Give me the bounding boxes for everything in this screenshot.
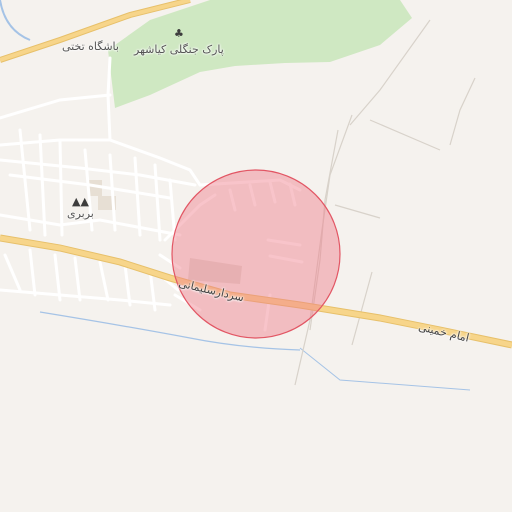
club-label[interactable]: باشگاه تختی	[62, 40, 119, 53]
search-radius-circle[interactable]	[171, 169, 341, 339]
stream-east	[299, 347, 471, 391]
park-label[interactable]: پارک جنگلی کیاشهر	[134, 43, 224, 56]
tree-icon: ♣	[174, 27, 184, 40]
village-label[interactable]: بربری	[67, 207, 94, 220]
village-icon: ▲▲	[72, 195, 89, 208]
map-canvas	[0, 0, 512, 391]
stream-west	[0, 0, 31, 41]
map-view[interactable]: ♣ پارک جنگلی کیاشهر باشگاه تختی ▲▲ بربری…	[0, 0, 512, 512]
